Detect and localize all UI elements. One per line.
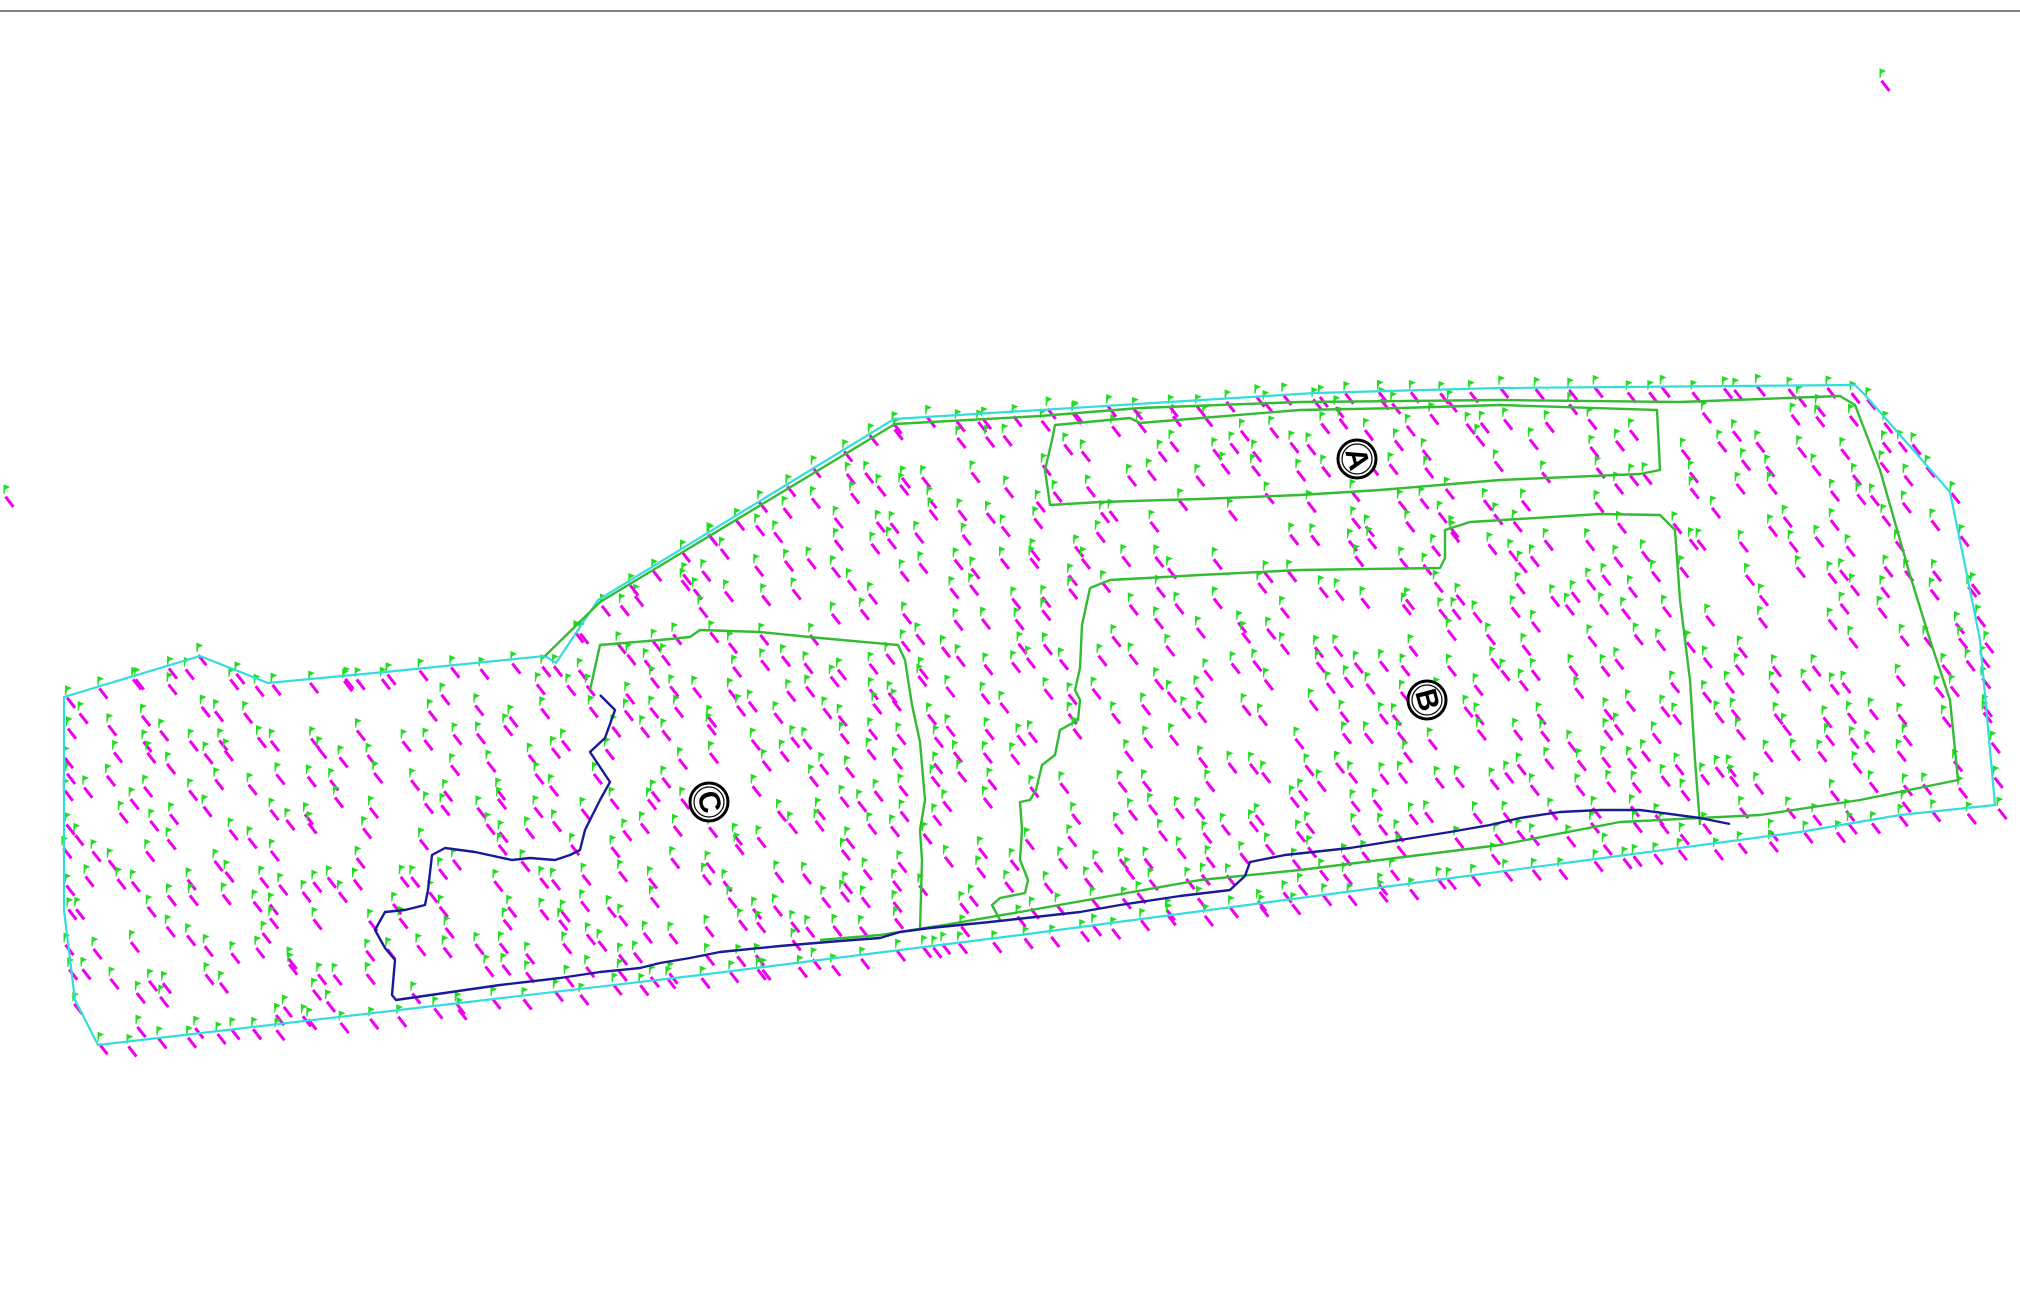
survey-map: A B C (0, 0, 2020, 1295)
zone-c-marker[interactable]: C (688, 781, 730, 823)
zone-a-marker[interactable]: A (1336, 438, 1378, 480)
zone-b-marker[interactable]: B (1406, 679, 1448, 721)
